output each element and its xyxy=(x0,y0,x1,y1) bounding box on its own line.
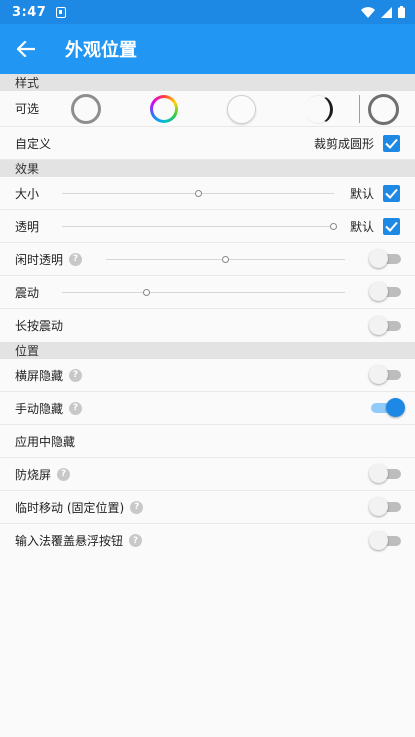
switch-knob xyxy=(369,282,388,301)
anti-burn-label: 防烧屏? xyxy=(15,466,71,483)
opacity-label: 透明 xyxy=(15,219,40,234)
long-press-vibrate-switch[interactable] xyxy=(369,315,401,335)
manual-hide-label-text: 手动隐藏 xyxy=(15,401,64,416)
signal-icon xyxy=(381,6,392,18)
app-bar: 外观位置 xyxy=(0,24,415,74)
idle-opacity-slider-thumb[interactable] xyxy=(222,256,229,263)
status-bar: 3:47 xyxy=(0,0,415,24)
anti-burn-switch[interactable] xyxy=(369,464,401,483)
wifi-icon xyxy=(361,6,375,18)
custom-row: 自定义 裁剪成圆形 xyxy=(0,127,415,160)
switch-knob xyxy=(369,497,388,516)
manual-hide-row: 手动隐藏? xyxy=(0,392,415,425)
size-label: 大小 xyxy=(15,186,40,201)
style-option-plain-circle[interactable] xyxy=(227,95,256,124)
check-icon xyxy=(385,188,398,199)
idle-opacity-row: 闲时透明? xyxy=(0,243,415,276)
back-button[interactable] xyxy=(14,37,38,61)
help-icon[interactable]: ? xyxy=(57,467,71,481)
vibrate-slider-thumb[interactable] xyxy=(143,289,150,296)
status-time: 3:47 xyxy=(12,4,47,20)
landscape-hide-switch[interactable] xyxy=(369,365,401,384)
size-default-checkbox[interactable] xyxy=(383,184,400,202)
custom-label[interactable]: 自定义 xyxy=(15,135,51,152)
long-press-vibrate-label: 长按震动 xyxy=(15,319,64,333)
check-icon xyxy=(385,221,398,232)
idle-opacity-switch[interactable] xyxy=(369,249,401,268)
temp-move-label-text: 临时移动 (固定位置) xyxy=(15,500,125,515)
switch-knob xyxy=(369,315,388,335)
selectable-label: 可选 xyxy=(15,102,40,116)
style-option-dark-ring[interactable] xyxy=(368,94,399,125)
temp-move-row: 临时移动 (固定位置)? xyxy=(0,491,415,524)
style-divider xyxy=(359,95,360,123)
vibrate-switch[interactable] xyxy=(369,282,401,301)
style-option-gray-ring[interactable] xyxy=(71,94,101,124)
temp-move-label: 临时移动 (固定位置)? xyxy=(15,499,144,516)
notification-icon xyxy=(56,6,67,18)
anti-burn-row: 防烧屏? xyxy=(0,458,415,491)
size-slider[interactable] xyxy=(62,190,334,197)
arrow-back-icon xyxy=(17,41,35,57)
style-option-rainbow-ring[interactable] xyxy=(150,95,178,123)
opacity-default-label: 默认 xyxy=(349,219,374,234)
idle-opacity-label-text: 闲时透明 xyxy=(15,252,64,267)
help-icon[interactable]: ? xyxy=(130,500,144,514)
opacity-default-group: 默认 xyxy=(349,217,400,235)
manual-hide-switch[interactable] xyxy=(371,398,405,417)
opacity-slider[interactable] xyxy=(62,223,337,230)
manual-hide-label: 手动隐藏? xyxy=(15,400,83,417)
style-options-row: 可选 xyxy=(0,91,415,127)
size-row: 大小 默认 xyxy=(0,177,415,210)
ime-cover-label-text: 输入法覆盖悬浮按钮 xyxy=(15,534,124,548)
check-icon xyxy=(385,138,398,149)
crop-circle-checkbox[interactable] xyxy=(383,134,400,152)
size-slider-thumb[interactable] xyxy=(195,190,202,197)
page-title: 外观位置 xyxy=(65,40,137,61)
help-icon[interactable]: ? xyxy=(69,368,83,382)
section-header-style: 样式 xyxy=(0,74,415,91)
temp-move-switch[interactable] xyxy=(369,497,401,516)
ime-cover-label: 输入法覆盖悬浮按钮? xyxy=(15,532,143,549)
battery-icon xyxy=(398,6,405,18)
landscape-hide-row: 横屏隐藏? xyxy=(0,359,415,392)
switch-knob xyxy=(369,530,388,550)
size-default-group: 默认 xyxy=(349,184,400,202)
vibrate-slider[interactable] xyxy=(62,289,345,296)
switch-knob xyxy=(369,464,388,483)
help-icon[interactable]: ? xyxy=(69,252,83,266)
switch-knob xyxy=(386,398,405,417)
idle-opacity-slider[interactable] xyxy=(106,256,345,263)
ime-cover-row: 输入法覆盖悬浮按钮? xyxy=(0,524,415,557)
opacity-row: 透明 默认 xyxy=(0,210,415,243)
vibrate-label: 震动 xyxy=(15,285,40,300)
long-press-vibrate-row: 长按震动 xyxy=(0,309,415,342)
ime-cover-switch[interactable] xyxy=(369,530,401,550)
switch-knob xyxy=(369,365,388,384)
style-option-half-ring[interactable] xyxy=(304,95,333,124)
in-app-hide-label: 应用中隐藏 xyxy=(15,434,76,449)
section-header-effect: 效果 xyxy=(0,160,415,177)
switch-knob xyxy=(369,249,388,268)
size-default-label: 默认 xyxy=(349,186,374,201)
crop-circle-group: 裁剪成圆形 xyxy=(313,134,400,152)
idle-opacity-label: 闲时透明? xyxy=(15,251,83,268)
in-app-hide-row[interactable]: 应用中隐藏 xyxy=(0,425,415,458)
vibrate-row: 震动 xyxy=(0,276,415,309)
landscape-hide-label-text: 横屏隐藏 xyxy=(15,368,64,383)
anti-burn-label-text: 防烧屏 xyxy=(15,467,52,482)
section-header-position: 位置 xyxy=(0,342,415,359)
status-icons xyxy=(361,6,405,18)
opacity-default-checkbox[interactable] xyxy=(383,217,400,235)
crop-circle-label: 裁剪成圆形 xyxy=(313,136,374,151)
opacity-slider-thumb[interactable] xyxy=(330,223,337,230)
help-icon[interactable]: ? xyxy=(69,401,83,415)
help-icon[interactable]: ? xyxy=(129,534,143,547)
landscape-hide-label: 横屏隐藏? xyxy=(15,367,83,384)
